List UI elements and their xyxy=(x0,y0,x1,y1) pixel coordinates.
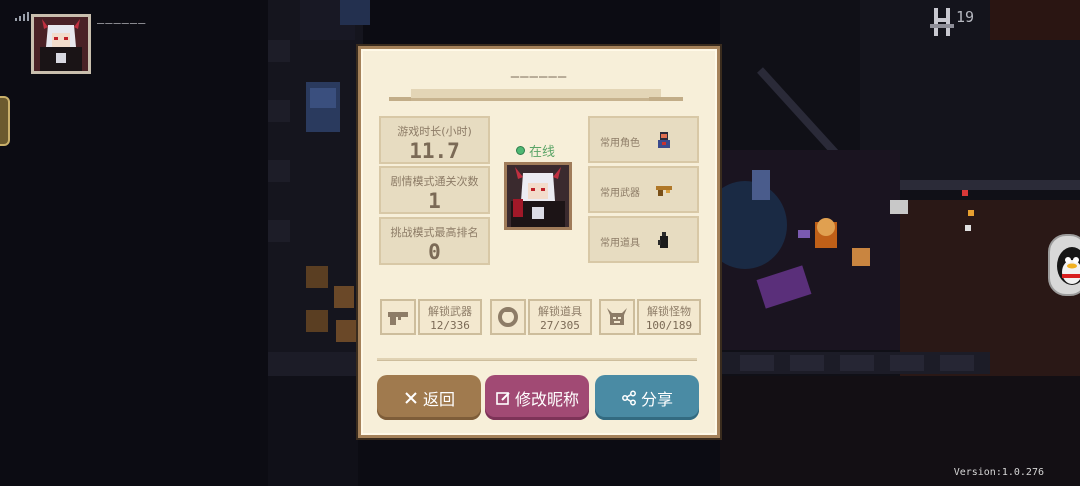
unlock-label: 解锁道具 xyxy=(538,305,582,318)
stat-value: 0 xyxy=(428,240,441,264)
share-button[interactable]: 分享 xyxy=(595,375,699,420)
unlock-count: 12/336 xyxy=(430,319,470,332)
edit-nickname-label: 修改昵称 xyxy=(514,389,579,409)
edit-icon xyxy=(496,391,510,405)
unlocked-items-icon-box xyxy=(490,299,526,335)
stat-label: 游戏时长(小时) xyxy=(397,125,472,138)
stat-play-time: 游戏时长(小时) 11.7 xyxy=(379,116,490,164)
unlocked-monsters-info: 解锁怪物 100/189 xyxy=(637,299,701,335)
bottle-icon xyxy=(658,232,668,248)
character-portrait-icon xyxy=(507,165,569,227)
pistol-icon xyxy=(388,312,408,325)
dialog-title: —————— xyxy=(510,69,568,85)
stat-value: 11.7 xyxy=(409,139,460,163)
unlocked-monsters-icon-box xyxy=(599,299,635,335)
back-button[interactable]: 返回 xyxy=(377,375,481,420)
side-menu-tab[interactable] xyxy=(0,96,10,146)
section-divider xyxy=(377,358,697,361)
online-status-label: 在线 xyxy=(529,145,556,160)
currency-icon xyxy=(930,8,954,36)
unlocked-weapons[interactable]: 解锁武器 12/336 xyxy=(380,299,482,337)
demon-icon xyxy=(607,308,627,325)
close-icon xyxy=(405,391,417,404)
favorite-weapon[interactable]: 常用武器 xyxy=(588,166,699,213)
avatar-portrait-icon xyxy=(34,17,88,71)
stat-value: 1 xyxy=(428,189,441,213)
unlocked-weapons-icon-box xyxy=(380,299,416,335)
gun-icon xyxy=(656,186,672,196)
unlock-count: 100/189 xyxy=(645,319,693,332)
online-status: 在线 xyxy=(516,141,555,160)
signal-strength-icon xyxy=(15,12,29,21)
player-profile-dialog: —————— 游戏时长(小时) 11.7 剧情模式通关次数 1 挑战模式最高排名… xyxy=(358,46,720,438)
player-name: —————— xyxy=(97,16,147,30)
online-dot-icon xyxy=(516,146,525,155)
penguin-icon xyxy=(1057,247,1080,285)
stat-story-clears: 剧情模式通关次数 1 xyxy=(379,166,490,214)
currency-count: 19 xyxy=(956,8,975,26)
player-portrait xyxy=(504,162,572,230)
favorite-label: 常用道具 xyxy=(600,238,640,249)
favorite-label: 常用角色 xyxy=(600,138,640,149)
unlock-label: 解锁怪物 xyxy=(647,305,691,318)
stat-challenge-rank: 挑战模式最高排名 0 xyxy=(379,217,490,265)
unlocked-monsters[interactable]: 解锁怪物 100/189 xyxy=(599,299,701,337)
version-label: Version:1.0.276 xyxy=(953,467,1044,478)
unlocked-items[interactable]: 解锁道具 27/305 xyxy=(490,299,592,337)
favorite-label: 常用武器 xyxy=(600,188,640,199)
unlock-count: 27/305 xyxy=(540,319,580,332)
stat-label: 剧情模式通关次数 xyxy=(390,175,479,188)
unlocked-weapons-info: 解锁武器 12/336 xyxy=(418,299,482,335)
unlock-label: 解锁武器 xyxy=(428,305,472,318)
edit-nickname-button[interactable]: 修改昵称 xyxy=(485,375,589,420)
chat-shortcut-button[interactable] xyxy=(1048,234,1080,296)
character-icon xyxy=(658,132,670,148)
ring-icon xyxy=(498,307,518,327)
back-button-label: 返回 xyxy=(422,389,455,409)
stat-label: 挑战模式最高排名 xyxy=(390,226,479,239)
share-button-label: 分享 xyxy=(640,389,673,409)
favorite-character[interactable]: 常用角色 xyxy=(588,116,699,163)
unlocked-items-info: 解锁道具 27/305 xyxy=(528,299,592,335)
share-icon xyxy=(622,390,636,405)
favorite-item[interactable]: 常用道具 xyxy=(588,216,699,263)
title-divider xyxy=(389,89,683,101)
player-avatar[interactable] xyxy=(31,14,91,74)
